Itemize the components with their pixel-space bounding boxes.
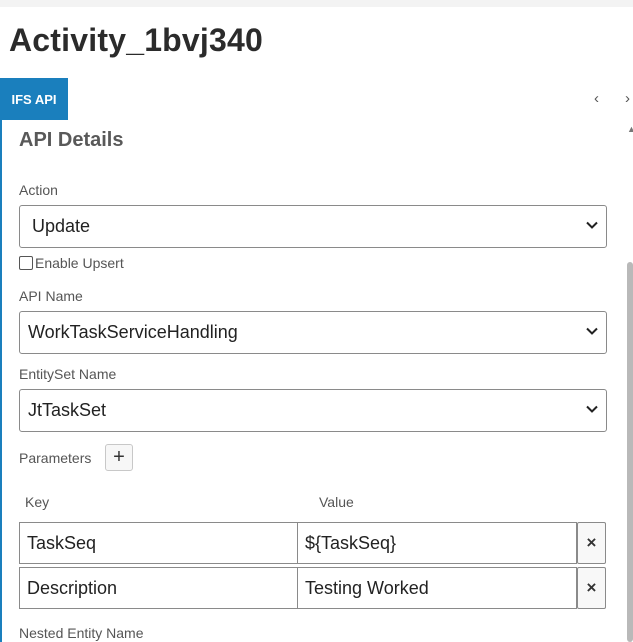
parameter-value-text: Testing Worked [305, 577, 429, 598]
delete-parameter-button[interactable]: × [577, 522, 606, 564]
close-icon: × [586, 533, 597, 552]
panel-accent-border [0, 120, 2, 642]
api-name-select[interactable]: WorkTaskServiceHandling [19, 311, 607, 354]
api-name-label: API Name [19, 288, 83, 304]
key-column-header: Key [25, 494, 50, 510]
chevron-left-icon[interactable]: ‹ [594, 90, 599, 107]
delete-parameter-button[interactable]: × [577, 567, 606, 609]
plus-icon: + [113, 446, 125, 468]
parameter-value-input[interactable]: ${TaskSeq} [297, 522, 577, 564]
value-column-header: Value [319, 494, 354, 510]
enable-upsert-label: Enable Upsert [35, 255, 124, 271]
entityset-name-select-value: JtTaskSet [28, 400, 107, 420]
section-title: API Details [19, 129, 124, 151]
enable-upsert-checkbox[interactable] [19, 256, 33, 270]
parameter-value-input[interactable]: Testing Worked [297, 567, 577, 609]
page-title: Activity_1bvj340 [9, 22, 264, 58]
entityset-name-label: EntitySet Name [19, 366, 117, 382]
chevron-down-icon [586, 327, 598, 335]
parameter-key-text: Description [27, 577, 118, 598]
parameter-value-text: ${TaskSeq} [305, 532, 397, 553]
close-icon: × [586, 578, 597, 597]
entityset-name-select[interactable]: JtTaskSet [19, 389, 607, 432]
action-select[interactable]: Update [19, 205, 607, 248]
api-name-select-value: WorkTaskServiceHandling [28, 322, 238, 342]
parameter-key-input[interactable]: Description [19, 567, 298, 609]
chevron-down-icon [586, 405, 598, 413]
top-strip [0, 0, 633, 7]
scrollbar-thumb[interactable] [627, 262, 633, 642]
scroll-up-icon[interactable]: ▲ [627, 124, 633, 134]
parameter-key-text: TaskSeq [27, 532, 97, 553]
enable-upsert-row[interactable]: Enable Upsert [19, 255, 124, 271]
action-label: Action [19, 182, 58, 198]
parameters-label: Parameters [19, 450, 92, 466]
parameter-key-input[interactable]: TaskSeq [19, 522, 298, 564]
add-parameter-button[interactable]: + [105, 444, 133, 471]
chevron-down-icon [586, 221, 598, 229]
action-select-value: Update [32, 216, 91, 236]
chevron-right-icon[interactable]: › [625, 90, 630, 107]
tab-ifs-api[interactable]: IFS API [0, 78, 68, 120]
nested-entity-name-label: Nested Entity Name [19, 625, 144, 641]
